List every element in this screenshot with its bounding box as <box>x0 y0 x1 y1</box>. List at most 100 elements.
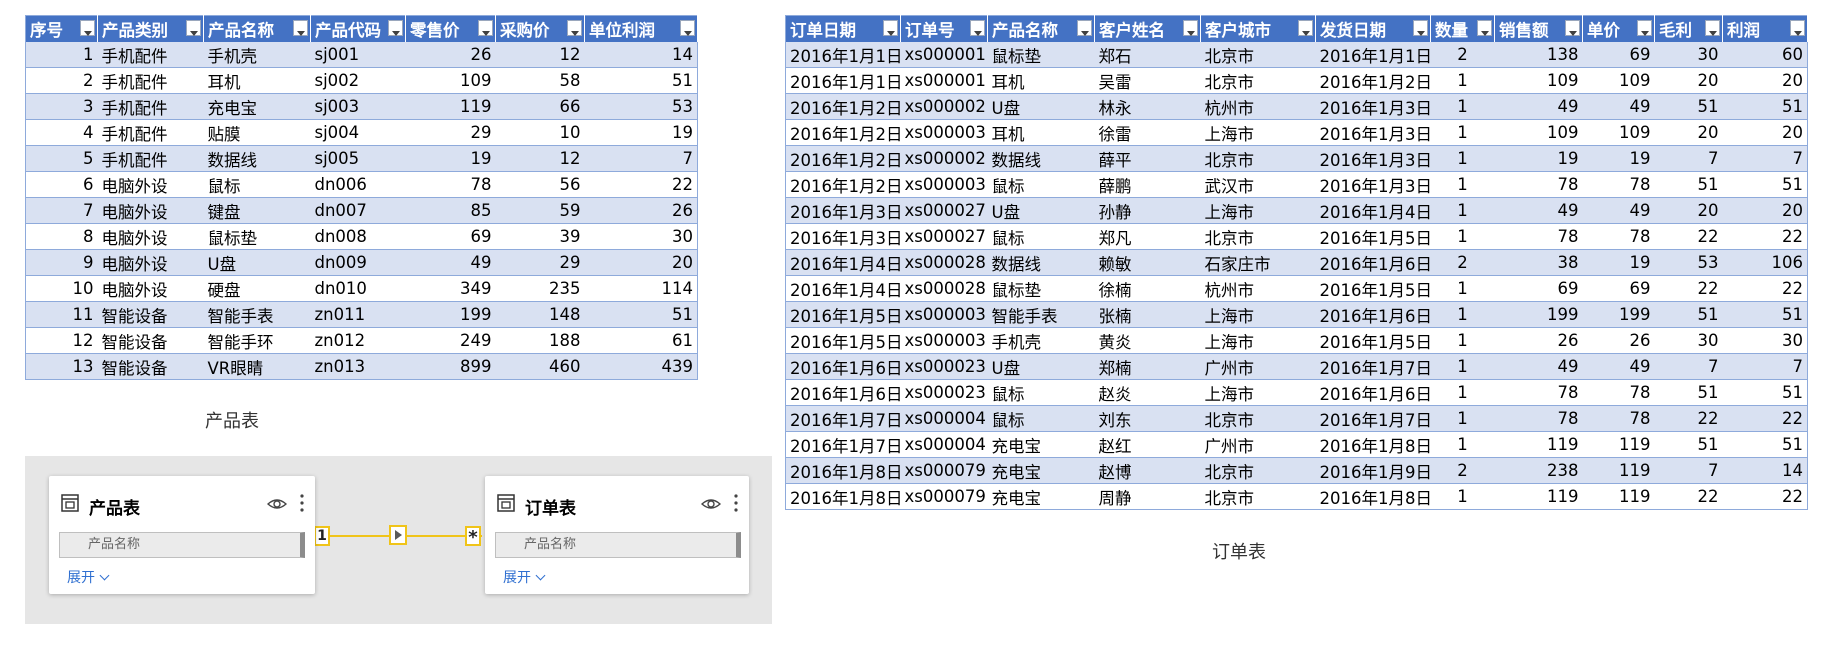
table-cell[interactable]: 7 <box>25 197 98 224</box>
table-cell[interactable]: 2016年1月3日 <box>1315 145 1431 172</box>
table-cell[interactable]: 29 <box>405 119 496 146</box>
table-cell[interactable]: 58 <box>495 67 585 94</box>
table-cell[interactable]: 广州市 <box>1200 353 1316 380</box>
table-cell[interactable]: 2016年1月6日 <box>1315 379 1431 406</box>
table-cell[interactable]: 张楠 <box>1094 301 1201 328</box>
table-cell[interactable]: 上海市 <box>1200 327 1316 354</box>
table-cell[interactable]: 199 <box>1582 301 1655 328</box>
table-cell[interactable]: 439 <box>584 353 698 380</box>
table-cell[interactable]: 2016年1月5日 <box>1315 223 1431 250</box>
table-cell[interactable]: 智能设备 <box>97 353 204 380</box>
table-cell[interactable]: 1 <box>1430 119 1495 146</box>
table-cell[interactable]: 郑楠 <box>1094 353 1201 380</box>
table-cell[interactable]: 148 <box>495 301 585 328</box>
table-cell[interactable]: 51 <box>1722 301 1808 328</box>
table-cell[interactable]: 手机配件 <box>97 42 204 68</box>
table-cell[interactable]: 199 <box>1494 301 1583 328</box>
table-cell[interactable]: 235 <box>495 275 585 302</box>
filter-dropdown-icon[interactable] <box>1077 20 1092 36</box>
table-row[interactable]: 2016年1月2日 xs000003 鼠标 薛鹏 武汉市 2016年1月3日 1 78 78 51… <box>785 171 1808 198</box>
table-cell[interactable]: 充电宝 <box>987 431 1095 458</box>
filter-dropdown-icon[interactable] <box>1413 20 1428 36</box>
table-cell[interactable]: 20 <box>1722 119 1808 146</box>
table-cell[interactable]: 手机配件 <box>97 119 204 146</box>
table-row[interactable]: 2016年1月7日 xs000004 充电宝 赵红 广州市 2016年1月8日 1 119 11… <box>785 431 1808 458</box>
table-cell[interactable]: 51 <box>1722 93 1808 120</box>
table-cell[interactable]: 60 <box>1722 42 1808 68</box>
table-cell[interactable]: VR眼睛 <box>203 353 311 380</box>
table-cell[interactable]: 上海市 <box>1200 119 1316 146</box>
table-cell[interactable]: 充电宝 <box>203 93 311 120</box>
table-cell[interactable]: 7 <box>1654 353 1723 380</box>
table-row[interactable]: 2016年1月7日 xs000004 鼠标 刘东 北京市 2016年1月7日 1 78 78 22… <box>785 405 1808 432</box>
table-cell[interactable]: xs000028 <box>900 275 988 302</box>
table-cell[interactable]: 2016年1月3日 <box>785 197 901 224</box>
table-cell[interactable]: 薛平 <box>1094 145 1201 172</box>
table-cell[interactable]: 119 <box>1582 431 1655 458</box>
table-cell[interactable]: xs000023 <box>900 379 988 406</box>
column-header[interactable]: 利润 <box>1722 15 1808 42</box>
table-cell[interactable]: 119 <box>1582 457 1655 484</box>
table-cell[interactable]: sj002 <box>310 67 406 94</box>
table-cell[interactable]: xs000002 <box>900 145 988 172</box>
table-row[interactable]: 2016年1月5日 xs000003 智能手表 张楠 上海市 2016年1月6日 1 199 1… <box>785 301 1808 328</box>
table-cell[interactable]: 30 <box>1654 327 1723 354</box>
table-cell[interactable]: 2016年1月8日 <box>785 457 901 484</box>
table-cell[interactable]: sj005 <box>310 145 406 172</box>
table-cell[interactable]: 109 <box>1582 119 1655 146</box>
table-cell[interactable]: 1 <box>1430 67 1495 94</box>
table-cell[interactable]: 2016年1月7日 <box>785 405 901 432</box>
table-cell[interactable]: 69 <box>1494 275 1583 302</box>
table-row[interactable]: 8 电脑外设 鼠标垫 dn008 69 39 30 <box>25 223 698 250</box>
table-cell[interactable]: 1 <box>1430 171 1495 198</box>
table-cell[interactable]: 12 <box>495 42 585 68</box>
table-cell[interactable]: 2016年1月7日 <box>1315 405 1431 432</box>
table-cell[interactable]: 2016年1月2日 <box>785 145 901 172</box>
table-cell[interactable]: dn010 <box>310 275 406 302</box>
table-cell[interactable]: 14 <box>1722 457 1808 484</box>
column-header[interactable]: 客户姓名 <box>1094 15 1201 42</box>
table-cell[interactable]: 电脑外设 <box>97 249 204 276</box>
table-cell[interactable]: 2016年1月1日 <box>1315 42 1431 68</box>
filter-dropdown-icon[interactable] <box>970 20 985 36</box>
table-cell[interactable]: 69 <box>405 223 496 250</box>
table-cell[interactable]: 4 <box>25 119 98 146</box>
table-cell[interactable]: 数据线 <box>203 145 311 172</box>
table-cell[interactable]: 耳机 <box>203 67 311 94</box>
table-cell[interactable]: 53 <box>584 93 698 120</box>
filter-dropdown-icon[interactable] <box>1705 20 1720 36</box>
table-cell[interactable]: 数据线 <box>987 145 1095 172</box>
column-header[interactable]: 客户城市 <box>1200 15 1316 42</box>
table-cell[interactable]: 2016年1月7日 <box>1315 353 1431 380</box>
table-cell[interactable]: 手机配件 <box>97 67 204 94</box>
table-cell[interactable]: 2016年1月8日 <box>1315 431 1431 458</box>
table-cell[interactable]: 2 <box>1430 457 1495 484</box>
table-cell[interactable]: 2016年1月2日 <box>785 119 901 146</box>
table-row[interactable]: 3 手机配件 充电宝 sj003 119 66 53 <box>25 93 698 120</box>
filter-dropdown-icon[interactable] <box>1565 20 1580 36</box>
table-cell[interactable]: 电脑外设 <box>97 197 204 224</box>
table-cell[interactable]: 49 <box>1494 353 1583 380</box>
table-cell[interactable]: 刘东 <box>1094 405 1201 432</box>
table-cell[interactable]: 61 <box>584 327 698 354</box>
table-cell[interactable]: 数据线 <box>987 249 1095 276</box>
table-cell[interactable]: 38 <box>1494 249 1583 276</box>
table-row[interactable]: 10 电脑外设 硬盘 dn010 349 235 114 <box>25 275 698 302</box>
table-cell[interactable]: 109 <box>405 67 496 94</box>
column-header[interactable]: 数量 <box>1430 15 1495 42</box>
table-cell[interactable]: 1 <box>1430 327 1495 354</box>
table-cell[interactable]: xs000027 <box>900 197 988 224</box>
column-header[interactable]: 零售价 <box>405 15 496 42</box>
table-cell[interactable]: 6 <box>25 171 98 198</box>
table-cell[interactable]: 78 <box>1494 171 1583 198</box>
table-cell[interactable]: zn013 <box>310 353 406 380</box>
table-cell[interactable]: 20 <box>1654 119 1723 146</box>
table-cell[interactable]: xs000003 <box>900 171 988 198</box>
table-cell[interactable]: 2016年1月3日 <box>1315 119 1431 146</box>
table-cell[interactable]: 14 <box>584 42 698 68</box>
table-cell[interactable]: 2016年1月6日 <box>785 353 901 380</box>
table-cell[interactable]: 鼠标垫 <box>987 42 1095 68</box>
table-cell[interactable]: 2016年1月6日 <box>1315 249 1431 276</box>
filter-dropdown-icon[interactable] <box>567 20 582 36</box>
table-cell[interactable]: 3 <box>25 93 98 120</box>
